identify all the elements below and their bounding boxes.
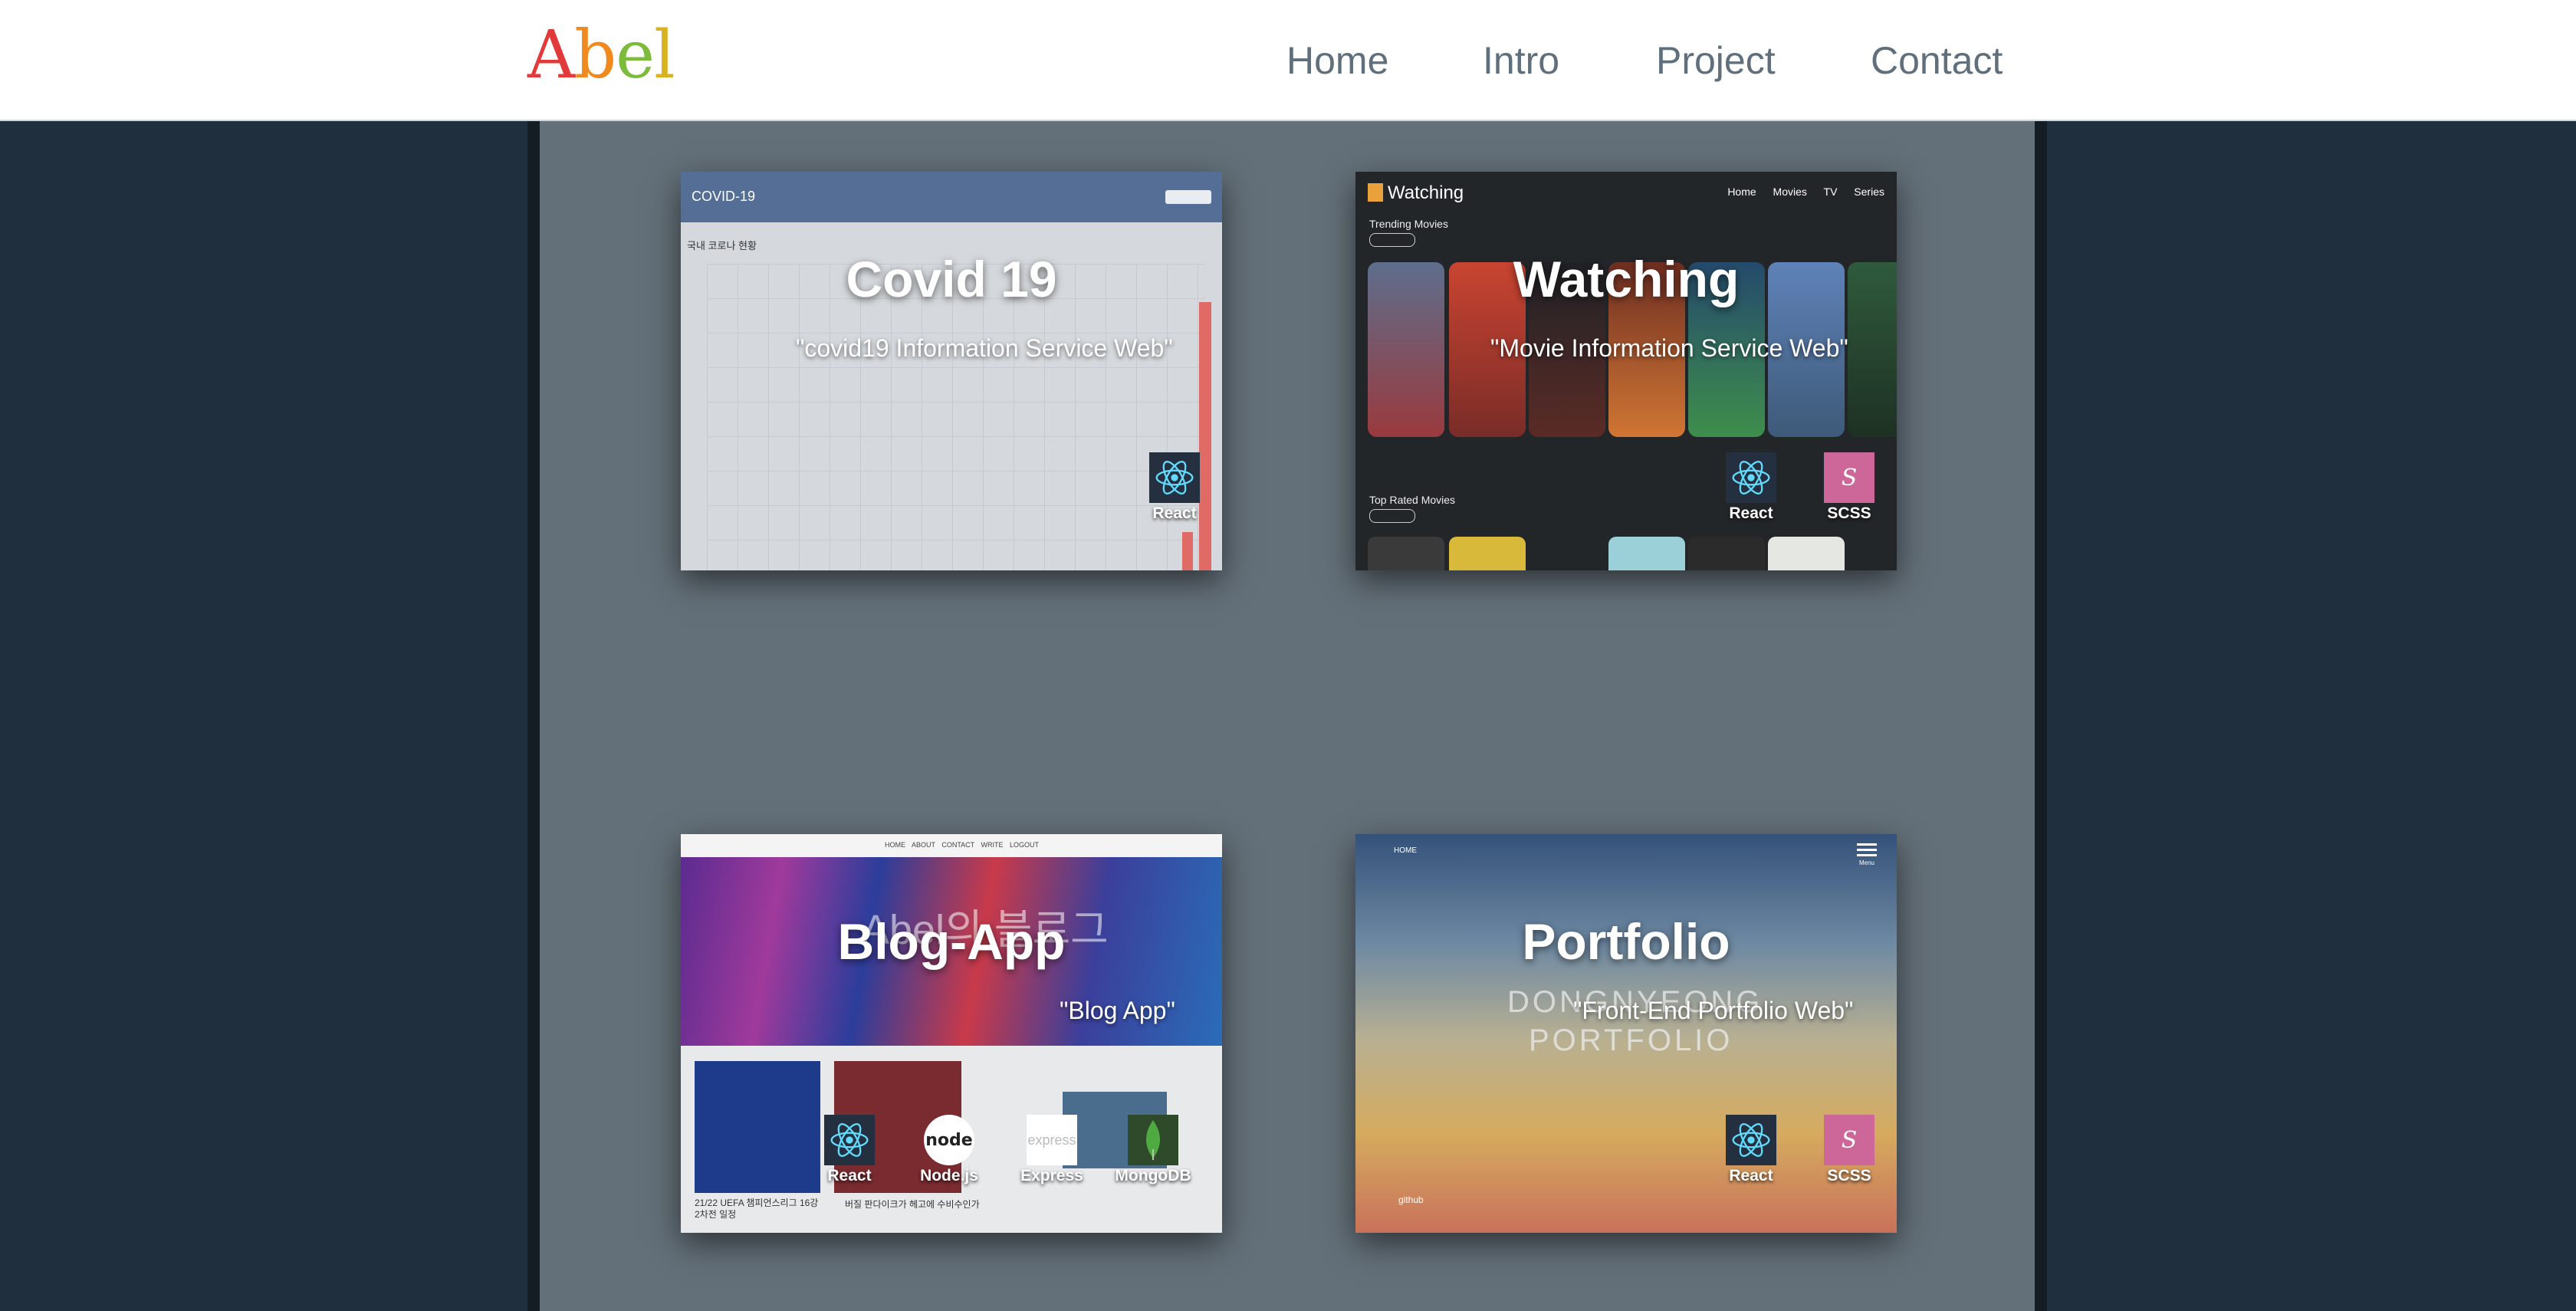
tech-badge-react: React — [1713, 1115, 1789, 1187]
react-icon — [1726, 1115, 1776, 1165]
preview-logo: Watching — [1368, 182, 1464, 204]
hamburger-menu-icon: Menu — [1857, 840, 1877, 866]
preview-home-link: HOME — [1394, 846, 1417, 855]
sass-icon: S — [1824, 1115, 1875, 1165]
movie-poster — [1608, 537, 1685, 570]
preview-chart-bar — [1182, 532, 1193, 570]
tech-badge-react: React — [1713, 452, 1789, 524]
project-card-blog[interactable]: HOME ABOUT CONTACT WRITE LOGOUT Abel의 블로… — [681, 834, 1222, 1233]
preview-chart-bar — [1199, 302, 1211, 570]
preview-chart-grid — [707, 264, 1205, 570]
tech-label: React — [1152, 504, 1197, 522]
project-card-portfolio[interactable]: HOME Menu DONGNYEONG PORTFOLIO github Po… — [1355, 834, 1897, 1233]
preview-topbar: COVID-19 — [681, 172, 1222, 222]
project-card-watching[interactable]: Watching Home Movies TV Series Trending … — [1355, 172, 1897, 570]
project-title: Portfolio — [1522, 913, 1730, 970]
preview-post-image — [695, 1061, 820, 1193]
tech-label: React — [1729, 1167, 1773, 1184]
tech-label: React — [827, 1167, 872, 1184]
nodejs-icon: node — [924, 1115, 974, 1165]
nav-contact-link[interactable]: Contact — [1871, 34, 2003, 87]
tech-label: Node.js — [920, 1167, 978, 1184]
tech-label: SCSS — [1827, 504, 1871, 522]
project-description: "covid19 Information Service Web" — [796, 334, 1173, 362]
site-logo[interactable]: Abel — [527, 17, 675, 94]
movie-poster — [1688, 537, 1765, 570]
project-description: "Blog App" — [1060, 997, 1175, 1024]
tech-badge-react: React — [811, 1115, 888, 1187]
sass-icon: S — [1824, 452, 1875, 503]
react-icon — [1149, 452, 1200, 503]
preview-post-caption: 버질 판다이크가 헤고에 수비수인가 — [845, 1199, 980, 1210]
tech-badge-express: express Express — [1014, 1115, 1090, 1187]
tech-badge-scss: S SCSS — [1811, 452, 1888, 524]
stage-edge-left — [527, 121, 540, 1311]
tech-badge-react: React — [1136, 452, 1213, 524]
react-icon — [824, 1115, 875, 1165]
movie-poster — [1768, 537, 1845, 570]
preview-post-caption: 21/22 UEFA 챔피언스리그 16강 2차전 일정 — [695, 1198, 819, 1220]
preview-view-more — [1369, 233, 1415, 247]
stage-edge-right — [2035, 121, 2047, 1311]
nav-home-link[interactable]: Home — [1286, 34, 1388, 87]
movie-poster — [1449, 537, 1526, 570]
project-description: "Movie Information Service Web" — [1490, 334, 1848, 362]
projects-section: COVID-19 국내 코로나 현황 Covid 19 "covid19 Inf… — [540, 121, 2035, 1311]
tech-badge-scss: S SCSS — [1811, 1115, 1888, 1187]
project-title: Covid 19 — [846, 251, 1057, 307]
project-description: "Front-End Portfolio Web" — [1573, 997, 1854, 1024]
tech-label: React — [1729, 504, 1773, 522]
nav-intro-link[interactable]: Intro — [1483, 34, 1559, 87]
nav-project-link[interactable]: Project — [1656, 34, 1776, 87]
preview-bar-title: COVID-19 — [692, 189, 756, 204]
preview-nav: HOME ABOUT CONTACT WRITE LOGOUT — [885, 841, 1040, 849]
tech-label: Express — [1020, 1167, 1083, 1184]
preview-view-more — [1369, 509, 1415, 523]
preview-select — [1165, 190, 1211, 204]
preview-section-heading: Top Rated Movies — [1369, 494, 1456, 506]
express-icon: express — [1027, 1115, 1077, 1165]
preview-nav: Home Movies TV Series — [1727, 186, 1884, 198]
tech-badge-nodejs: node Node.js — [911, 1115, 987, 1187]
tech-label: MongoDB — [1115, 1167, 1191, 1184]
project-title: Blog-App — [837, 913, 1066, 970]
github-link: github — [1398, 1194, 1424, 1205]
tech-badge-mongodb: MongoDB — [1115, 1115, 1191, 1187]
movie-poster — [1368, 537, 1444, 570]
react-icon — [1726, 452, 1776, 503]
project-title: Watching — [1513, 251, 1740, 307]
project-card-covid[interactable]: COVID-19 국내 코로나 현황 Covid 19 "covid19 Inf… — [681, 172, 1222, 570]
preview-section-heading: Trending Movies — [1369, 218, 1448, 230]
site-header: Abel Home Intro Project Contact — [0, 0, 2576, 121]
mongodb-icon — [1128, 1115, 1178, 1165]
tech-label: SCSS — [1827, 1167, 1871, 1184]
